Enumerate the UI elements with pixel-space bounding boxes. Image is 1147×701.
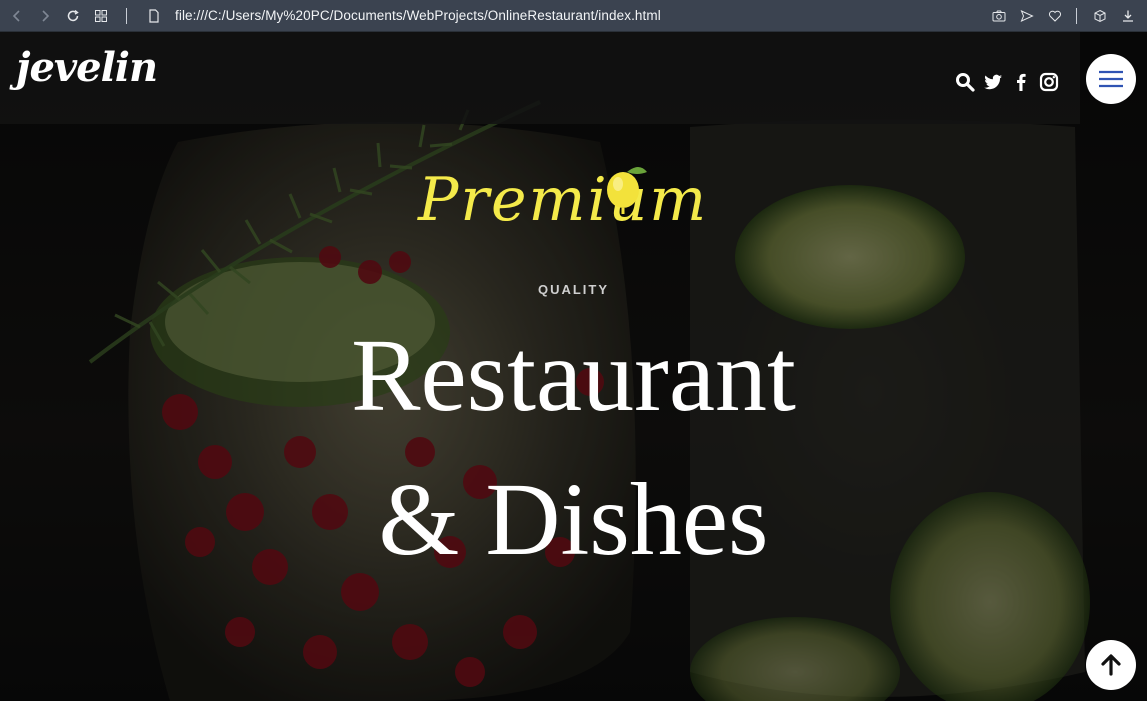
cube-icon[interactable]: [1089, 5, 1111, 27]
social-links: [955, 72, 1059, 92]
site-logo[interactable]: jevelin: [16, 44, 158, 91]
reload-icon[interactable]: [62, 5, 84, 27]
tabs-grid-icon[interactable]: [90, 5, 112, 27]
camera-icon[interactable]: [988, 5, 1010, 27]
instagram-icon[interactable]: [1039, 72, 1059, 92]
browser-toolbar: file:///C:/Users/My%20PC/Documents/WebPr…: [0, 0, 1147, 32]
facebook-icon[interactable]: [1011, 72, 1031, 92]
site-header: jevelin: [0, 32, 1080, 124]
lemon-icon: [607, 167, 647, 214]
arrow-up-icon: [1101, 654, 1121, 676]
browser-actions: [986, 0, 1139, 32]
download-icon[interactable]: [1117, 5, 1139, 27]
send-icon[interactable]: [1016, 5, 1038, 27]
address-bar[interactable]: file:///C:/Users/My%20PC/Documents/WebPr…: [175, 8, 661, 23]
hero-title-line1: Restaurant: [351, 318, 796, 433]
toolbar-divider: [126, 7, 127, 24]
heart-icon[interactable]: [1044, 5, 1066, 27]
search-icon[interactable]: [955, 72, 975, 92]
twitter-icon[interactable]: [983, 72, 1003, 92]
hamburger-menu-button[interactable]: [1086, 54, 1136, 104]
hero-script-title: Premium: [418, 165, 709, 235]
hamburger-menu-icon: [1099, 70, 1123, 88]
file-icon: [143, 5, 165, 27]
hero-subtitle: QUALITY: [537, 282, 610, 297]
back-icon[interactable]: [6, 5, 28, 27]
page-viewport: jevelin Premium QUALITY Restaurant & Dis…: [0, 32, 1147, 701]
toolbar-divider: [1076, 8, 1077, 24]
hero-title-line2: & Dishes: [378, 462, 769, 577]
scroll-to-top-button[interactable]: [1086, 640, 1136, 690]
forward-icon[interactable]: [34, 5, 56, 27]
